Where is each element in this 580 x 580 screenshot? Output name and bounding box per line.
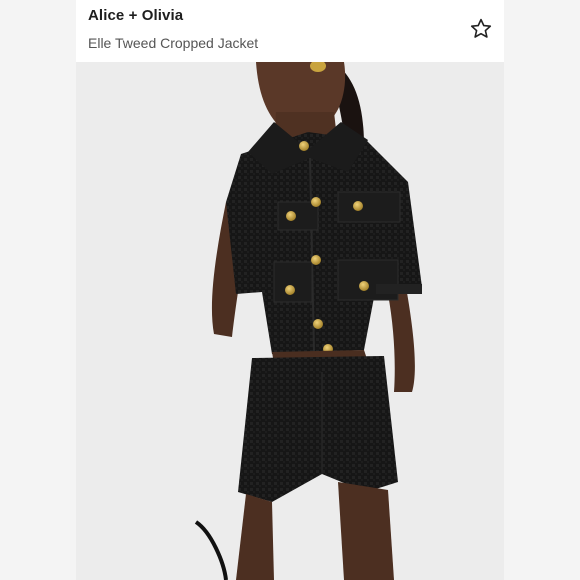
product-name[interactable]: Elle Tweed Cropped Jacket: [88, 35, 258, 51]
right-margin: [504, 0, 580, 580]
star-outline-icon[interactable]: [469, 17, 493, 41]
product-photo[interactable]: [76, 62, 504, 580]
brand-name[interactable]: Alice + Olivia: [88, 7, 183, 24]
product-header: Alice + Olivia Elle Tweed Cropped Jacket: [76, 0, 504, 62]
left-margin: [0, 0, 76, 580]
product-card[interactable]: Alice + Olivia Elle Tweed Cropped Jacket: [76, 0, 504, 580]
